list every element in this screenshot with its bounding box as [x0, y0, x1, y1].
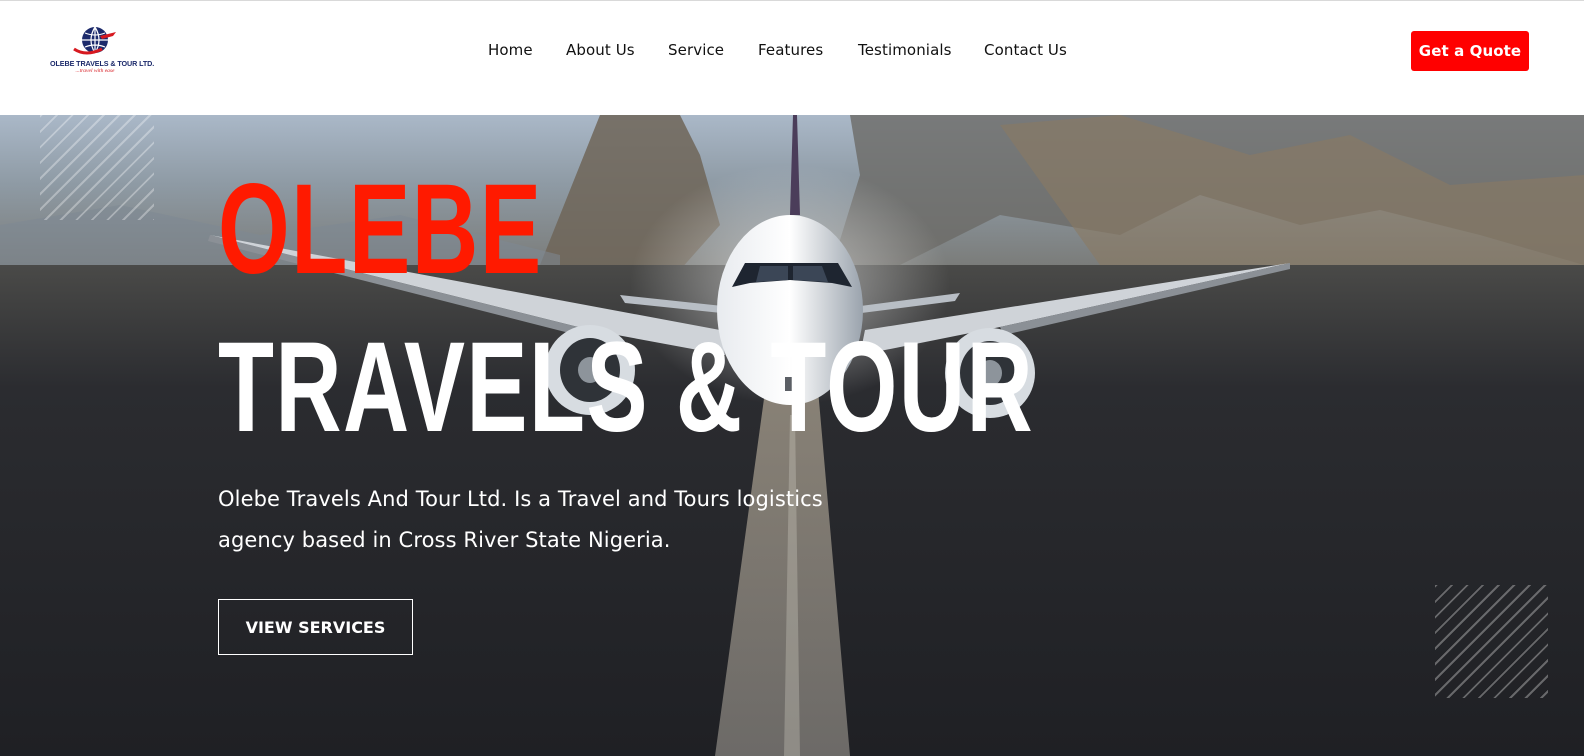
hero-title-line-1: OLEBE [218, 158, 543, 301]
nav-about-us[interactable]: About Us [566, 41, 635, 59]
decorative-stripes-top-left [40, 115, 154, 220]
hero-title-line-2: TRAVELS & TOUR [218, 316, 1035, 459]
hero-description: Olebe Travels And Tour Ltd. Is a Travel … [218, 487, 823, 552]
nav-testimonials[interactable]: Testimonials [858, 41, 952, 59]
nav-contact-us[interactable]: Contact Us [984, 41, 1067, 59]
logo-company-name: OLEBE TRAVELS & TOUR LTD. [50, 59, 155, 68]
globe-plane-logo-icon [73, 26, 116, 55]
nav-service[interactable]: Service [668, 41, 724, 59]
get-a-quote-button[interactable]: Get a Quote [1411, 31, 1529, 71]
decorative-stripes-bottom-right [1435, 585, 1548, 698]
hero-section: OLEBE TRAVELS & TOUR Olebe Travels And T… [0, 115, 1584, 756]
view-services-button[interactable]: VIEW SERVICES [218, 599, 413, 655]
brand-logo[interactable]: OLEBE TRAVELS & TOUR LTD. ...travel with… [50, 23, 155, 79]
nav-features[interactable]: Features [758, 41, 823, 59]
nav-home[interactable]: Home [488, 41, 533, 59]
logo-tagline: ...travel with ease [75, 68, 115, 74]
site-header: OLEBE TRAVELS & TOUR LTD. ...travel with… [0, 1, 1584, 115]
